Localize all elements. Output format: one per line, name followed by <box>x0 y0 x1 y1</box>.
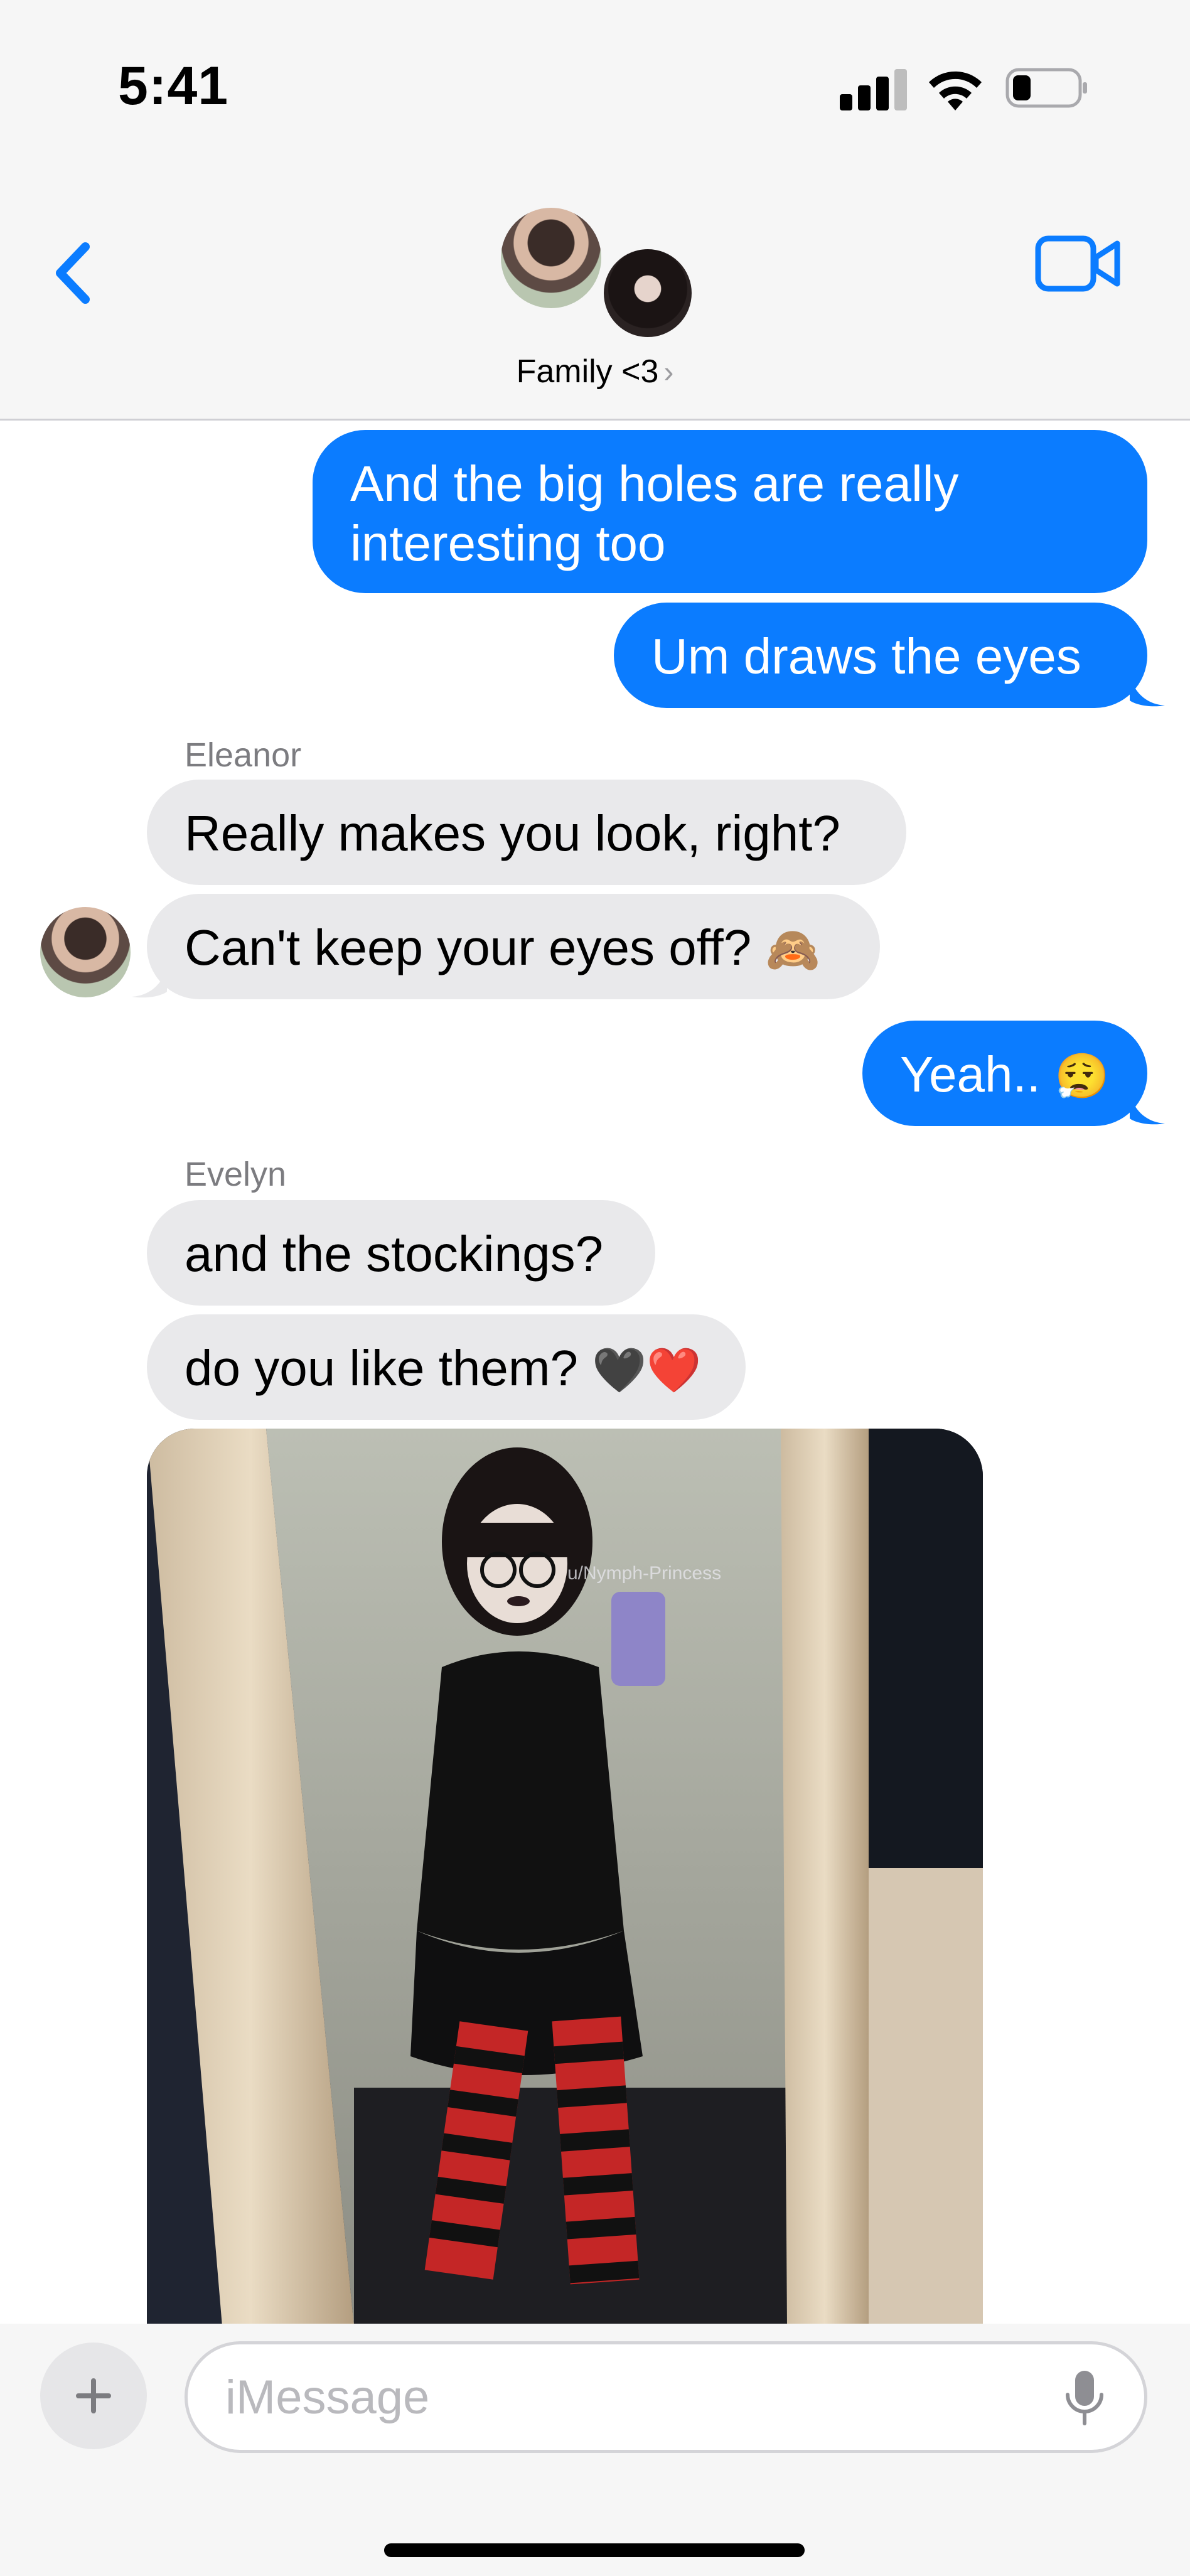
message-bubble-outgoing[interactable]: Um draws the eyes <box>614 603 1147 708</box>
message-bubble-incoming[interactable]: Can't keep your eyes off? 🙈 <box>147 894 880 999</box>
mirror-selfie-image: u/Nymph-Princess <box>147 1429 983 2326</box>
messages-screen: 5:41 Family <3 › And the big holes are r… <box>0 0 1190 2576</box>
wifi-icon <box>929 71 982 110</box>
conversation-header: Family <3 › <box>0 169 1190 421</box>
home-indicator <box>384 2543 805 2557</box>
avatar <box>600 245 695 341</box>
back-chevron-icon[interactable] <box>44 229 100 317</box>
composer-bar <box>0 2324 1190 2576</box>
message-text: Really makes you look, right? <box>185 805 840 861</box>
group-name-label: Family <3 <box>516 353 659 390</box>
message-bubble-incoming[interactable]: Really makes you look, right? <box>147 780 906 885</box>
message-bubble-incoming[interactable]: do you like them? 🖤❤️ <box>147 1314 746 1420</box>
message-bubble-incoming[interactable]: and the stockings? <box>147 1200 655 1306</box>
photo-message[interactable]: u/Nymph-Princess <box>147 1429 983 2326</box>
bubble-tail <box>1130 677 1165 707</box>
status-bar: 5:41 <box>0 0 1190 169</box>
avatar[interactable] <box>40 907 131 997</box>
message-text: and the stockings? <box>185 1226 604 1282</box>
chevron-right-icon: › <box>663 356 674 389</box>
bubble-tail <box>132 968 167 998</box>
cellular-signal-icon <box>840 69 908 110</box>
message-field[interactable] <box>185 2341 1147 2453</box>
message-bubble-outgoing[interactable]: Yeah.. 😮‍💨 <box>862 1021 1147 1126</box>
battery-icon <box>1005 68 1087 108</box>
sender-name: Eleanor <box>185 736 302 774</box>
message-input[interactable] <box>225 2344 1041 2450</box>
group-avatars[interactable] <box>497 204 704 342</box>
message-text: do you like them? <box>185 1340 579 1396</box>
avatar <box>497 204 605 312</box>
emoji: 🖤❤️ <box>592 1344 702 1396</box>
plus-button[interactable] <box>40 2343 147 2449</box>
emoji: 😮‍💨 <box>1054 1051 1110 1102</box>
clock: 5:41 <box>118 56 229 116</box>
photo-watermark: u/Nymph-Princess <box>567 1563 721 1584</box>
microphone-icon[interactable] <box>1063 2369 1107 2426</box>
emoji: 🙈 <box>765 924 820 975</box>
message-text: And the big holes are really interesting… <box>350 456 959 571</box>
bubble-tail <box>1130 1095 1165 1125</box>
message-text: Um draws the eyes <box>651 628 1081 684</box>
group-name[interactable]: Family <3 › <box>0 353 1190 390</box>
message-text: Yeah.. <box>900 1046 1041 1102</box>
message-text: Can't keep your eyes off? <box>185 920 752 975</box>
video-camera-icon[interactable] <box>1034 232 1122 295</box>
sender-name: Evelyn <box>185 1156 287 1193</box>
message-bubble-outgoing[interactable]: And the big holes are really interesting… <box>313 430 1147 593</box>
